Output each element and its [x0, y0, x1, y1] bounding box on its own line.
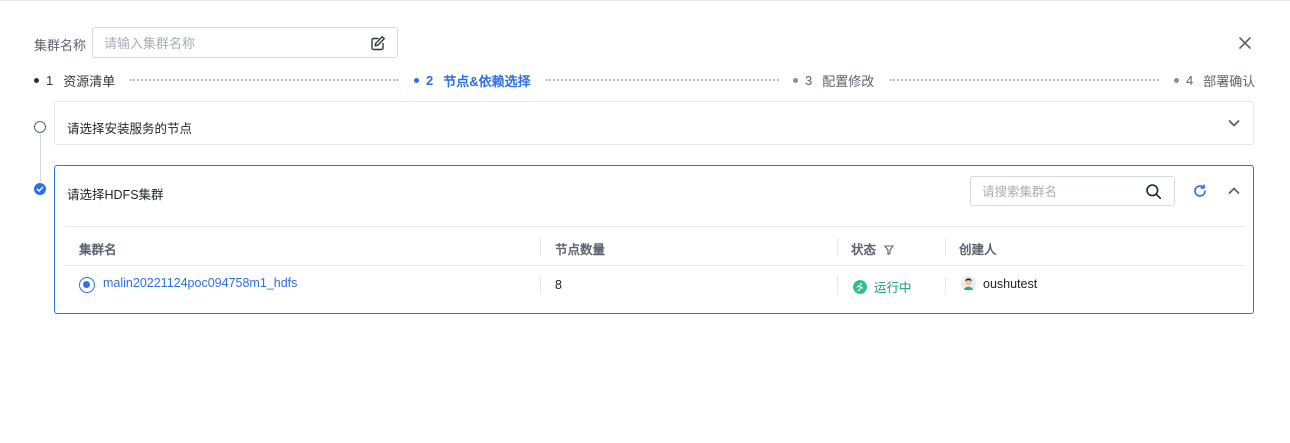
node-count: 8: [555, 278, 562, 292]
step-2[interactable]: 2 节点&依赖选择: [414, 70, 531, 90]
creator-cell: oushutest: [961, 276, 1037, 291]
panel-title: 请选择安装服务的节点: [67, 122, 193, 136]
row-select-radio[interactable]: [79, 277, 95, 293]
step-connector: [890, 79, 1159, 81]
node-select-panel[interactable]: 请选择安装服务的节点: [54, 101, 1254, 145]
column-separator: [540, 276, 541, 294]
cluster-search-input[interactable]: [982, 183, 1142, 201]
timeline-line: [39, 134, 41, 182]
step-number: 4: [1186, 72, 1194, 88]
step-dot: [793, 77, 798, 83]
cluster-search-field[interactable]: [970, 176, 1175, 206]
step-connector: [546, 79, 779, 81]
step-number: 3: [805, 72, 813, 88]
step-number: 2: [426, 72, 434, 88]
step-label: 资源清单: [63, 73, 116, 89]
cluster-name-label: 集群名称: [34, 38, 87, 53]
column-header-cluster-name: 集群名: [79, 243, 117, 257]
cluster-name-link[interactable]: malin20221124poc094758m1_hdfs: [103, 276, 297, 290]
step-label: 配置修改: [822, 73, 875, 89]
step-label: 部署确认: [1203, 73, 1256, 89]
filter-icon[interactable]: [883, 245, 894, 255]
step-label: 节点&依赖选择: [443, 73, 531, 89]
step-dot: [34, 77, 39, 83]
search-icon[interactable]: [1145, 183, 1162, 200]
running-icon: [853, 279, 867, 294]
top-divider: [0, 0, 1290, 1]
step-dot: [1174, 77, 1179, 83]
table-header: 集群名 节点数量 状态 创建人: [65, 226, 1244, 266]
status-text: 运行中: [874, 281, 912, 295]
chevron-up-icon[interactable]: [1227, 184, 1241, 198]
column-separator: [837, 238, 838, 256]
column-header-creator: 创建人: [959, 243, 997, 257]
column-separator: [945, 276, 946, 294]
edit-icon[interactable]: [370, 35, 386, 51]
step-number: 1: [46, 72, 54, 88]
avatar: [961, 276, 976, 291]
step-dot: [414, 77, 419, 83]
column-header-status-label: 状态: [851, 243, 877, 257]
check-circle-icon: [34, 183, 46, 195]
column-header-status: 状态: [851, 239, 894, 258]
column-header-node-count: 节点数量: [555, 243, 606, 257]
step-connector: [130, 79, 398, 81]
column-separator: [540, 238, 541, 256]
hdfs-select-panel: 请选择HDFS集群 集群名 节点数量 状态 创建人: [54, 165, 1254, 314]
step-4[interactable]: 4 部署确认: [1174, 70, 1255, 90]
cluster-name-input[interactable]: [104, 34, 354, 52]
column-separator: [945, 238, 946, 256]
cluster-name-field[interactable]: [92, 27, 398, 58]
timeline-node-pending: [34, 121, 46, 133]
creator-name: oushutest: [983, 276, 1038, 291]
step-1[interactable]: 1 资源清单: [34, 70, 115, 90]
status-badge: 运行中: [853, 277, 912, 296]
panel-title: 请选择HDFS集群: [67, 188, 164, 202]
cluster-table: 集群名 节点数量 状态 创建人 malin20221124poc094758m1…: [65, 226, 1244, 304]
refresh-icon[interactable]: [1193, 184, 1207, 198]
chevron-down-icon[interactable]: [1227, 116, 1241, 130]
close-icon[interactable]: [1237, 35, 1253, 51]
step-3[interactable]: 3 配置修改: [793, 70, 874, 90]
column-separator: [837, 276, 838, 294]
table-row[interactable]: malin20221124poc094758m1_hdfs 8 运行中 oush…: [65, 266, 1244, 304]
